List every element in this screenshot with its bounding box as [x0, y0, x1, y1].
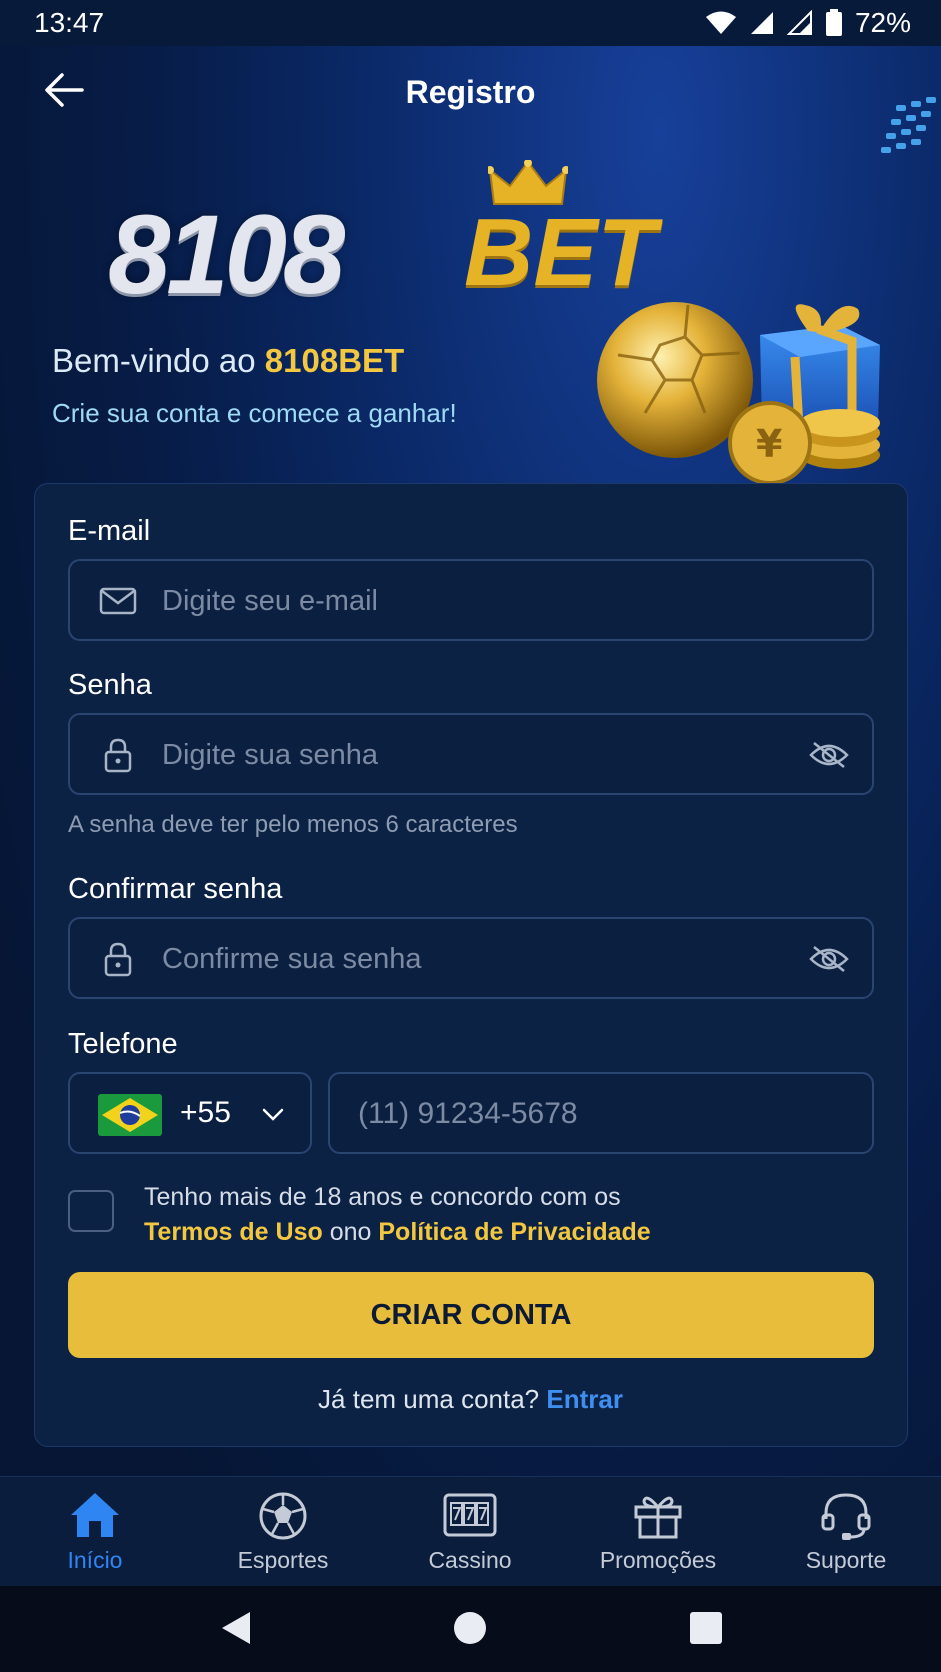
wifi-icon [705, 11, 736, 34]
battery-icon [825, 9, 842, 36]
brazil-flag-icon [98, 1094, 162, 1136]
password-hint: A senha deve ter pelo menos 6 caracteres [68, 811, 518, 838]
data-signal-icon [750, 12, 773, 34]
email-placeholder: Digite seu e-mail [162, 585, 378, 617]
nav-item-promocoes[interactable]: Promoções [583, 1489, 733, 1585]
lock-icon [104, 738, 132, 773]
nav-label: Início [67, 1547, 123, 1573]
welcome-title: Bem-vindo ao 8108BET [52, 342, 404, 380]
headset-icon [821, 1493, 871, 1540]
confirm-password-label: Confirmar senha [68, 873, 283, 905]
registration-screen: 13:47 72% Registro 8108 BET Bem-vindo ao… [0, 0, 941, 1672]
svg-text:¥: ¥ [756, 422, 782, 466]
promo-illustration: ¥ [597, 302, 880, 485]
cell-signal-icon [786, 10, 812, 35]
email-field[interactable]: Digite seu e-mail [68, 559, 874, 641]
email-label: E-mail [68, 515, 151, 547]
phone-field[interactable]: (11) 91234-5678 [328, 1072, 874, 1154]
app-header: Registro [0, 46, 941, 146]
welcome-brand: 8108BET [264, 342, 405, 379]
system-recents-icon[interactable] [686, 1608, 726, 1648]
login-link[interactable]: Entrar [546, 1384, 623, 1414]
bottom-navigation: Início Esportes Cassino Promoções Suport… [0, 1476, 941, 1586]
login-prompt-text: Já tem uma conta? [318, 1384, 540, 1414]
terms-line1: Tenho mais de 18 anos e concordo com os [144, 1183, 621, 1211]
system-home-icon[interactable] [450, 1608, 490, 1648]
nav-item-inicio[interactable]: Início [20, 1489, 170, 1585]
status-bar: 13:47 72% [0, 0, 941, 46]
eye-slash-icon[interactable] [808, 739, 850, 771]
password-label: Senha [68, 669, 152, 701]
chevron-down-icon [262, 1108, 284, 1121]
nav-item-suporte[interactable]: Suporte [771, 1489, 921, 1585]
terms-line2: Termos de Uso ono Política de Privacidad… [144, 1215, 651, 1250]
status-time: 13:47 [34, 7, 105, 38]
page-title: Registro [405, 74, 536, 110]
phone-label: Telefone [68, 1028, 178, 1060]
nav-item-esportes[interactable]: Esportes [208, 1489, 358, 1585]
stadium-lights-decoration [881, 97, 936, 153]
country-code: +55 [180, 1096, 231, 1129]
home-icon [71, 1493, 119, 1537]
status-icons: 72% [705, 7, 911, 39]
gift-icon [634, 1496, 682, 1539]
system-back-icon[interactable] [216, 1608, 256, 1648]
create-account-button[interactable]: CRIAR CONTA [68, 1272, 874, 1358]
brand-logo: 8108 BET [108, 160, 748, 317]
envelope-icon [99, 587, 137, 615]
slot-machine-icon [443, 1493, 497, 1537]
soccer-ball-icon [259, 1492, 307, 1540]
phone-placeholder: (11) 91234-5678 [358, 1097, 578, 1130]
password-field[interactable]: Digite sua senha [68, 713, 874, 795]
nav-label: Suporte [805, 1547, 887, 1573]
terms-of-use-link[interactable]: Termos de Uso [144, 1218, 323, 1246]
eye-slash-icon[interactable] [808, 943, 850, 975]
welcome-prefix: Bem-vindo ao [52, 342, 256, 379]
password-placeholder: Digite sua senha [162, 739, 379, 771]
country-code-select[interactable]: +55 [68, 1072, 312, 1154]
confirm-password-field[interactable]: Confirme sua senha [68, 917, 874, 999]
nav-item-cassino[interactable]: Cassino [395, 1489, 545, 1585]
terms-text: Tenho mais de 18 anos e concordo com os … [144, 1180, 651, 1250]
welcome-subtitle: Crie sua conta e comece a ganhar! [52, 398, 457, 428]
lock-icon [104, 942, 132, 977]
terms-connector: ono [329, 1218, 372, 1246]
login-prompt: Já tem uma conta? Entrar [0, 1384, 941, 1415]
logo-number: 8108 [108, 192, 345, 317]
privacy-policy-link[interactable]: Política de Privacidade [378, 1218, 650, 1246]
terms-checkbox[interactable] [68, 1190, 114, 1232]
nav-label: Esportes [237, 1547, 329, 1573]
system-navigation-bar [0, 1586, 941, 1672]
battery-percent: 72% [854, 7, 911, 38]
nav-label: Cassino [428, 1547, 512, 1573]
logo-suffix: BET [464, 199, 656, 306]
nav-label: Promoções [599, 1547, 717, 1573]
confirm-password-placeholder: Confirme sua senha [162, 943, 422, 975]
